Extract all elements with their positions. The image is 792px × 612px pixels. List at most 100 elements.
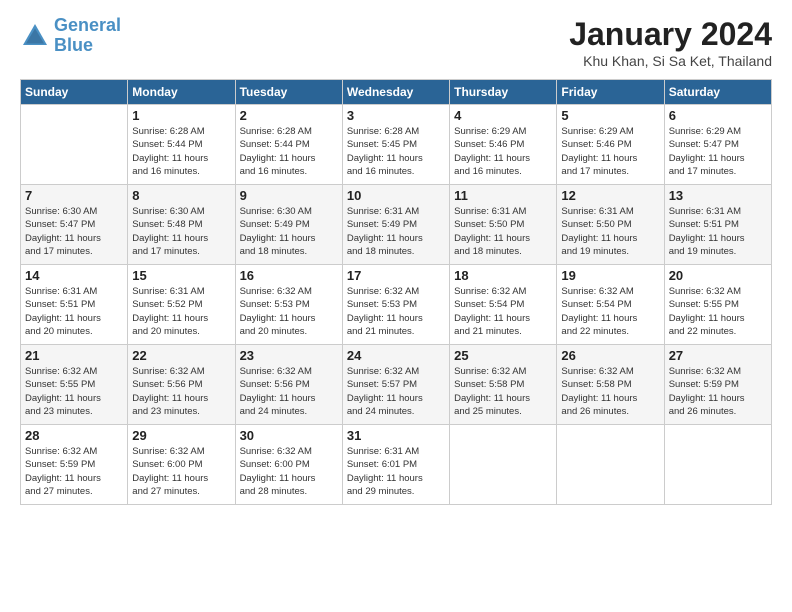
- day-cell: 7 Sunrise: 6:30 AM Sunset: 5:47 PM Daylig…: [21, 185, 128, 265]
- day-number: 9: [240, 188, 338, 203]
- col-tuesday: Tuesday: [235, 80, 342, 105]
- day-info: Sunrise: 6:32 AM Sunset: 5:58 PM Dayligh…: [561, 365, 659, 418]
- day-info: Sunrise: 6:32 AM Sunset: 5:54 PM Dayligh…: [454, 285, 552, 338]
- day-cell: 13Sunrise: 6:31 AM Sunset: 5:51 PM Dayli…: [664, 185, 771, 265]
- day-number: 15: [132, 268, 230, 283]
- day-cell: 18Sunrise: 6:32 AM Sunset: 5:54 PM Dayli…: [450, 265, 557, 345]
- day-number: 23: [240, 348, 338, 363]
- day-info: Sunrise: 6:29 AM Sunset: 5:46 PM Dayligh…: [454, 125, 552, 178]
- week-row-4: 21Sunrise: 6:32 AM Sunset: 5:55 PM Dayli…: [21, 345, 772, 425]
- col-thursday: Thursday: [450, 80, 557, 105]
- month-title: January 2024: [569, 16, 772, 53]
- day-cell: 31 Sunrise: 6:31 AM Sunset: 6:01 PM Dayli…: [342, 425, 449, 505]
- day-info: Sunrise: 6:32 AM Sunset: 5:54 PM Dayligh…: [561, 285, 659, 338]
- day-cell: 11 Sunrise: 6:31 AM Sunset: 5:50 PM Dayli…: [450, 185, 557, 265]
- header: General Blue January 2024 Khu Khan, Si S…: [20, 16, 772, 69]
- header-row: Sunday Monday Tuesday Wednesday Thursday…: [21, 80, 772, 105]
- day-info: Sunrise: 6:29 AM Sunset: 5:47 PM Dayligh…: [669, 125, 767, 178]
- day-cell: 10 Sunrise: 6:31 AM Sunset: 5:49 PM Dayli…: [342, 185, 449, 265]
- day-cell: 21Sunrise: 6:32 AM Sunset: 5:55 PM Dayli…: [21, 345, 128, 425]
- day-info: Sunrise: 6:32 AM Sunset: 5:53 PM Dayligh…: [347, 285, 445, 338]
- day-info: Sunrise: 6:31 AM Sunset: 5:51 PM Dayligh…: [25, 285, 123, 338]
- day-cell: 22 Sunrise: 6:32 AM Sunset: 5:56 PM Dayli…: [128, 345, 235, 425]
- day-number: 4: [454, 108, 552, 123]
- day-info: Sunrise: 6:31 AM Sunset: 5:51 PM Dayligh…: [669, 205, 767, 258]
- title-block: January 2024 Khu Khan, Si Sa Ket, Thaila…: [569, 16, 772, 69]
- day-number: 19: [561, 268, 659, 283]
- day-cell: 8Sunrise: 6:30 AM Sunset: 5:48 PM Daylig…: [128, 185, 235, 265]
- week-row-2: 7 Sunrise: 6:30 AM Sunset: 5:47 PM Daylig…: [21, 185, 772, 265]
- day-cell: 5 Sunrise: 6:29 AM Sunset: 5:46 PM Daylig…: [557, 105, 664, 185]
- day-number: 16: [240, 268, 338, 283]
- col-saturday: Saturday: [664, 80, 771, 105]
- day-cell: [557, 425, 664, 505]
- day-cell: 16Sunrise: 6:32 AM Sunset: 5:53 PM Dayli…: [235, 265, 342, 345]
- logo-text: General Blue: [54, 16, 121, 56]
- day-number: 28: [25, 428, 123, 443]
- day-number: 25: [454, 348, 552, 363]
- day-cell: 15 Sunrise: 6:31 AM Sunset: 5:52 PM Dayli…: [128, 265, 235, 345]
- day-number: 6: [669, 108, 767, 123]
- day-info: Sunrise: 6:30 AM Sunset: 5:47 PM Dayligh…: [25, 205, 123, 258]
- day-info: Sunrise: 6:32 AM Sunset: 5:58 PM Dayligh…: [454, 365, 552, 418]
- day-info: Sunrise: 6:32 AM Sunset: 5:57 PM Dayligh…: [347, 365, 445, 418]
- week-row-1: 1Sunrise: 6:28 AM Sunset: 5:44 PM Daylig…: [21, 105, 772, 185]
- day-info: Sunrise: 6:32 AM Sunset: 6:00 PM Dayligh…: [240, 445, 338, 498]
- day-number: 5: [561, 108, 659, 123]
- day-cell: 26 Sunrise: 6:32 AM Sunset: 5:58 PM Dayli…: [557, 345, 664, 425]
- week-row-3: 14Sunrise: 6:31 AM Sunset: 5:51 PM Dayli…: [21, 265, 772, 345]
- day-cell: [664, 425, 771, 505]
- logo-icon: [20, 21, 50, 51]
- logo: General Blue: [20, 16, 121, 56]
- day-number: 24: [347, 348, 445, 363]
- day-info: Sunrise: 6:31 AM Sunset: 5:52 PM Dayligh…: [132, 285, 230, 338]
- day-cell: 14Sunrise: 6:31 AM Sunset: 5:51 PM Dayli…: [21, 265, 128, 345]
- day-cell: 29Sunrise: 6:32 AM Sunset: 6:00 PM Dayli…: [128, 425, 235, 505]
- day-cell: 4 Sunrise: 6:29 AM Sunset: 5:46 PM Daylig…: [450, 105, 557, 185]
- day-cell: 6 Sunrise: 6:29 AM Sunset: 5:47 PM Daylig…: [664, 105, 771, 185]
- day-cell: 2Sunrise: 6:28 AM Sunset: 5:44 PM Daylig…: [235, 105, 342, 185]
- day-cell: 1Sunrise: 6:28 AM Sunset: 5:44 PM Daylig…: [128, 105, 235, 185]
- day-number: 26: [561, 348, 659, 363]
- col-wednesday: Wednesday: [342, 80, 449, 105]
- day-number: 22: [132, 348, 230, 363]
- day-info: Sunrise: 6:31 AM Sunset: 5:50 PM Dayligh…: [454, 205, 552, 258]
- day-info: Sunrise: 6:28 AM Sunset: 5:44 PM Dayligh…: [132, 125, 230, 178]
- day-info: Sunrise: 6:29 AM Sunset: 5:46 PM Dayligh…: [561, 125, 659, 178]
- day-number: 10: [347, 188, 445, 203]
- day-info: Sunrise: 6:32 AM Sunset: 5:56 PM Dayligh…: [132, 365, 230, 418]
- day-number: 3: [347, 108, 445, 123]
- day-number: 29: [132, 428, 230, 443]
- day-cell: 30 Sunrise: 6:32 AM Sunset: 6:00 PM Dayli…: [235, 425, 342, 505]
- day-cell: 19 Sunrise: 6:32 AM Sunset: 5:54 PM Dayli…: [557, 265, 664, 345]
- day-number: 7: [25, 188, 123, 203]
- col-friday: Friday: [557, 80, 664, 105]
- day-cell: 28 Sunrise: 6:32 AM Sunset: 5:59 PM Dayli…: [21, 425, 128, 505]
- day-number: 31: [347, 428, 445, 443]
- day-cell: 12Sunrise: 6:31 AM Sunset: 5:50 PM Dayli…: [557, 185, 664, 265]
- day-cell: 9 Sunrise: 6:30 AM Sunset: 5:49 PM Daylig…: [235, 185, 342, 265]
- day-info: Sunrise: 6:30 AM Sunset: 5:49 PM Dayligh…: [240, 205, 338, 258]
- day-cell: 24 Sunrise: 6:32 AM Sunset: 5:57 PM Dayli…: [342, 345, 449, 425]
- col-monday: Monday: [128, 80, 235, 105]
- day-number: 27: [669, 348, 767, 363]
- day-cell: 17Sunrise: 6:32 AM Sunset: 5:53 PM Dayli…: [342, 265, 449, 345]
- week-row-5: 28 Sunrise: 6:32 AM Sunset: 5:59 PM Dayli…: [21, 425, 772, 505]
- day-cell: [21, 105, 128, 185]
- day-number: 20: [669, 268, 767, 283]
- day-info: Sunrise: 6:31 AM Sunset: 5:49 PM Dayligh…: [347, 205, 445, 258]
- day-number: 11: [454, 188, 552, 203]
- day-info: Sunrise: 6:32 AM Sunset: 5:56 PM Dayligh…: [240, 365, 338, 418]
- day-cell: [450, 425, 557, 505]
- day-cell: 25 Sunrise: 6:32 AM Sunset: 5:58 PM Dayli…: [450, 345, 557, 425]
- calendar-table: Sunday Monday Tuesday Wednesday Thursday…: [20, 79, 772, 505]
- col-sunday: Sunday: [21, 80, 128, 105]
- day-info: Sunrise: 6:32 AM Sunset: 5:59 PM Dayligh…: [25, 445, 123, 498]
- day-cell: 27Sunrise: 6:32 AM Sunset: 5:59 PM Dayli…: [664, 345, 771, 425]
- day-number: 30: [240, 428, 338, 443]
- day-number: 21: [25, 348, 123, 363]
- day-info: Sunrise: 6:31 AM Sunset: 6:01 PM Dayligh…: [347, 445, 445, 498]
- calendar-body: 1Sunrise: 6:28 AM Sunset: 5:44 PM Daylig…: [21, 105, 772, 505]
- day-info: Sunrise: 6:31 AM Sunset: 5:50 PM Dayligh…: [561, 205, 659, 258]
- day-number: 8: [132, 188, 230, 203]
